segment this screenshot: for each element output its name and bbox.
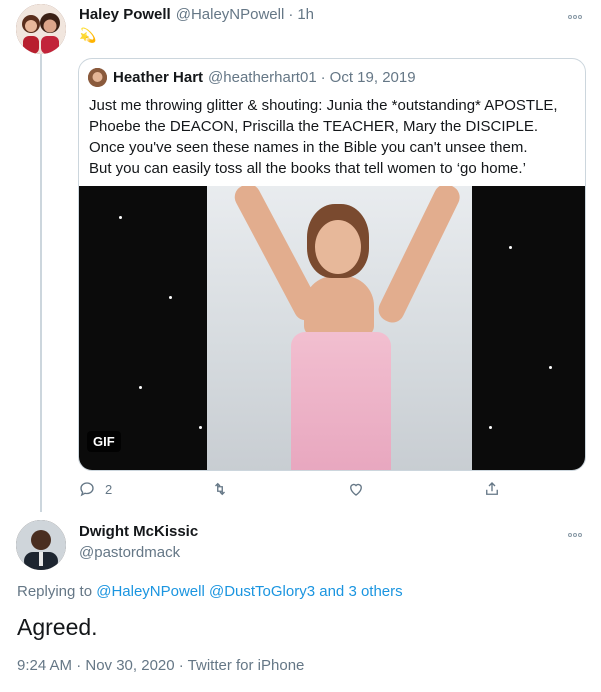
reply-tweet-handle: @pastordmack (79, 544, 180, 561)
sparkle (509, 246, 512, 249)
tweet-time[interactable]: 1h (297, 6, 314, 23)
tweet-action-bar: 2 (78, 480, 508, 502)
thread-connector-line (40, 54, 42, 512)
like-icon (350, 483, 362, 496)
sparkle (489, 426, 492, 429)
replying-to-label: Replying to (17, 583, 93, 600)
gif-figure-torso (304, 276, 374, 336)
gif-badge: GIF (87, 431, 121, 452)
reply-author-handle[interactable]: @pastordmack (79, 544, 180, 561)
quoted-text-line: But you can easily toss all the books th… (89, 160, 526, 177)
reply-tweet-name: Dwight McKissic (79, 523, 198, 540)
gif-media[interactable]: GIF (79, 186, 585, 470)
quoted-text-line: Just me throwing glitter & shouting: Jun… (89, 97, 558, 114)
replying-to-users-link[interactable]: @HaleyNPowell @DustToGlory3 (96, 583, 315, 600)
gif-figure-dress (291, 332, 391, 470)
quoted-text-line: Phoebe the DEACON, Priscilla the TEACHER… (89, 118, 539, 135)
quoted-tweet-text: Just me throwing glitter & shouting: Jun… (89, 95, 579, 179)
quoted-author-name: Heather Hart (113, 69, 204, 86)
quoted-author-handle: @heatherhart01 (208, 69, 317, 86)
gif-figure-face (315, 220, 361, 274)
sparkle (199, 426, 202, 429)
sparkle (139, 386, 142, 389)
more-options-icon[interactable] (567, 528, 582, 540)
share-button[interactable] (483, 480, 501, 498)
author-handle[interactable]: @HaleyNPowell (176, 6, 285, 23)
avatar-heather-hart (88, 68, 107, 87)
quoted-tweet-header: Heather Hart @heatherhart01 · Oct 19, 20… (113, 69, 416, 86)
reply-author-name[interactable]: Dwight McKissic (79, 523, 198, 540)
quoted-text-line: Once you've seen these names in the Bibl… (89, 139, 528, 156)
tweet-header: Haley Powell @HaleyNPowell · 1h (79, 6, 314, 23)
quoted-tweet-date: Oct 19, 2019 (329, 69, 416, 86)
sparkle (169, 296, 172, 299)
like-button[interactable] (347, 480, 365, 498)
reply-tweet-text: Agreed. (17, 614, 98, 640)
separator-dot: · (320, 69, 326, 86)
reply-button[interactable]: 2 (78, 480, 112, 498)
replying-to-line: Replying to @HaleyNPowell @DustToGlory3 … (17, 583, 403, 600)
replying-to-others-link[interactable]: and 3 others (319, 583, 402, 600)
reply-count: 2 (105, 481, 113, 497)
retweet-button[interactable] (211, 480, 229, 498)
sparkle (549, 366, 552, 369)
author-name[interactable]: Haley Powell (79, 6, 171, 23)
sparkle (119, 216, 122, 219)
share-icon (486, 482, 498, 495)
quoted-tweet-card[interactable]: Heather Hart @heatherhart01 · Oct 19, 20… (78, 58, 586, 471)
dizzy-emoji: 💫 (79, 27, 97, 43)
reply-icon (80, 482, 94, 497)
more-options-icon[interactable] (567, 10, 582, 22)
avatar-dwight-mckissic[interactable] (16, 520, 66, 570)
separator-dot: · (288, 6, 294, 23)
retweet-icon (215, 482, 225, 496)
reply-tweet-timestamp[interactable]: 9:24 AM · Nov 30, 2020 · Twitter for iPh… (17, 657, 304, 674)
avatar-haley-powell[interactable] (16, 4, 66, 54)
